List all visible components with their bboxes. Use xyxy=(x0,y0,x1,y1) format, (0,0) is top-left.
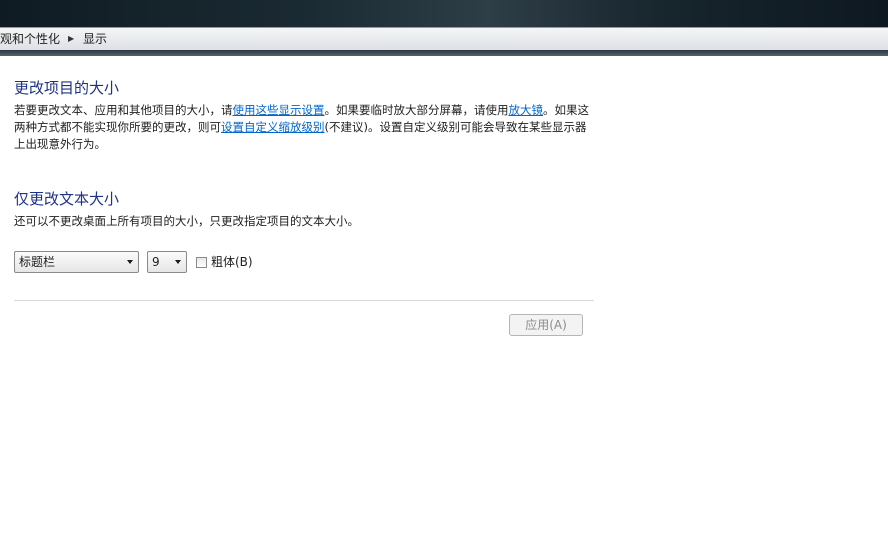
change-size-heading: 更改项目的大小 xyxy=(14,79,120,97)
change-size-description: 若要更改文本、应用和其他项目的大小，请使用这些显示设置。如果要临时放大部分屏幕，… xyxy=(14,102,594,153)
chevron-down-icon xyxy=(175,260,181,264)
section-divider xyxy=(14,300,594,301)
text-size-description: 还可以不更改桌面上所有项目的大小，只更改指定项目的文本大小。 xyxy=(14,214,359,228)
desc-part-1: 若要更改文本、应用和其他项目的大小，请 xyxy=(14,103,233,117)
breadcrumb-current[interactable]: 显示 xyxy=(83,28,107,50)
font-size-value: 9 xyxy=(152,255,160,269)
item-select-value: 标题栏 xyxy=(19,255,56,269)
bold-checkbox[interactable] xyxy=(196,257,207,268)
text-size-heading: 仅更改文本大小 xyxy=(14,190,120,208)
display-settings-link[interactable]: 使用这些显示设置 xyxy=(233,103,325,117)
magnifier-link[interactable]: 放大镜 xyxy=(509,103,544,117)
custom-scaling-link[interactable]: 设置自定义缩放级别 xyxy=(221,120,325,134)
bold-label[interactable]: 粗体(B) xyxy=(211,255,253,269)
font-size-select[interactable]: 9 xyxy=(147,251,187,273)
window-title-bar xyxy=(0,0,888,27)
desc-part-2: 。如果要临时放大部分屏幕，请使用 xyxy=(324,103,509,117)
apply-button[interactable]: 应用(A) xyxy=(509,314,583,336)
breadcrumb-arrow-icon[interactable]: ▶ xyxy=(68,28,74,50)
address-bar: 观和个性化 ▶ 显示 xyxy=(0,27,888,51)
chevron-down-icon xyxy=(127,260,133,264)
breadcrumb-parent[interactable]: 观和个性化 xyxy=(0,28,60,50)
item-select[interactable]: 标题栏 xyxy=(14,251,139,273)
